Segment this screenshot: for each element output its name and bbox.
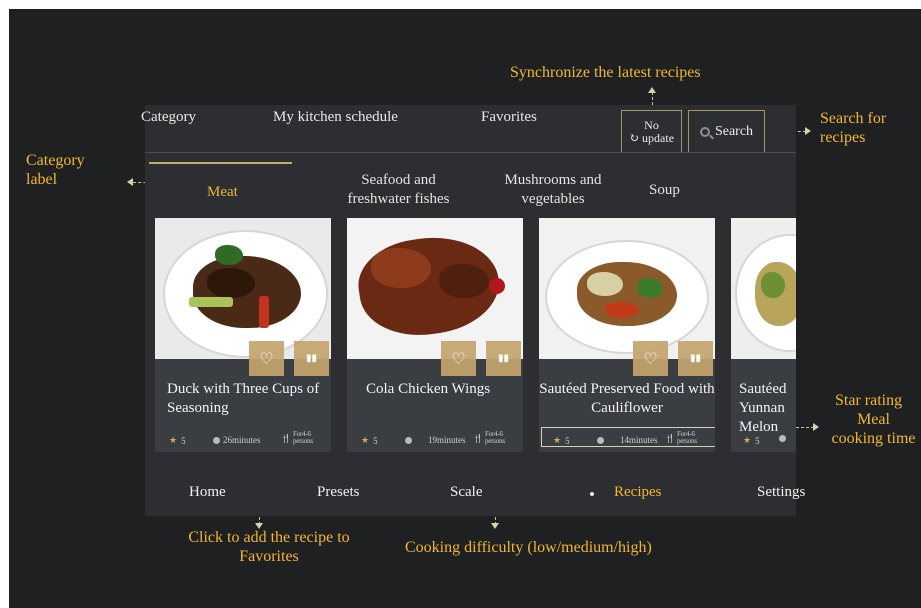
star-icon: ★ — [553, 435, 562, 445]
recipe-time: 26minutes — [213, 435, 261, 445]
bottom-navigation: Home Presets Scale Recipes Settings — [145, 452, 805, 516]
sync-line1: No — [644, 117, 659, 132]
sync-arrow — [648, 87, 656, 93]
recipe-card[interactable]: Sautéed Yunnan Melon ★ 5 — [731, 218, 796, 452]
sync-line2: update — [642, 130, 675, 145]
recipe-image — [155, 218, 331, 359]
recipe-persons: 🍴 For4-6 persons — [281, 430, 313, 445]
search-icon — [699, 126, 714, 139]
recipe-title: Sautéed Yunnan Melon — [739, 381, 787, 435]
category-seafood[interactable]: Seafood and freshwater fishes — [331, 171, 466, 209]
recipe-persons: 🍴 For4-6 persons — [665, 430, 697, 445]
star-icon: ★ — [361, 435, 370, 445]
category-meat[interactable]: Meat — [207, 183, 238, 202]
nav-presets[interactable]: Presets — [317, 484, 360, 501]
difficulty-indicator: ▮▮ — [294, 341, 329, 376]
active-nav-dot — [590, 492, 594, 496]
recipe-image — [731, 218, 796, 359]
star-icon: ★ — [743, 435, 752, 445]
search-label: Search — [714, 123, 754, 139]
recipe-rating: ★ 5 — [743, 435, 760, 446]
tab-my-kitchen-schedule[interactable]: My kitchen schedule — [273, 109, 398, 126]
recipe-image — [347, 218, 523, 359]
recipe-title: Cola Chicken Wings — [366, 381, 491, 397]
recipe-persons: 🍴 For4-6 persons — [473, 430, 505, 445]
nav-home[interactable]: Home — [189, 484, 226, 501]
nav-scale[interactable]: Scale — [450, 484, 482, 501]
category-selected-indicator — [149, 162, 292, 164]
sync-button[interactable]: No ↻ update — [621, 110, 682, 153]
recipes-screen: Category My kitchen schedule Favorites N… — [141, 105, 805, 516]
heart-icon: ♡ — [259, 350, 274, 368]
cutlery-icon: 🍴 — [665, 433, 675, 443]
favorite-button[interactable]: ♡ — [249, 341, 284, 376]
recipe-time — [779, 435, 789, 442]
nav-settings[interactable]: Settings — [757, 484, 805, 501]
difficulty-bars-icon: ▮▮ — [689, 353, 701, 364]
heart-icon: ♡ — [451, 350, 466, 368]
search-arrow — [805, 127, 811, 135]
category-arrow — [127, 178, 133, 186]
cutlery-icon: 🍴 — [473, 433, 483, 443]
difficulty-bars-icon: ▮▮ — [497, 353, 509, 364]
annotation-favorites: Click to add the recipe to Favorites — [188, 529, 350, 565]
tab-favorites[interactable]: Favorites — [481, 109, 537, 126]
cutlery-icon: 🍴 — [281, 433, 291, 443]
nav-recipes[interactable]: Recipes — [614, 484, 661, 501]
recipe-image — [539, 218, 715, 359]
recipe-time: 19minutes — [405, 435, 466, 445]
star-icon: ★ — [169, 435, 178, 445]
annotation-category-label: Category label — [26, 152, 85, 188]
difficulty-arrow — [491, 523, 499, 529]
recipe-time: 14minutes — [597, 435, 658, 445]
category-soup[interactable]: Soup — [649, 181, 680, 200]
favorite-button[interactable]: ♡ — [633, 341, 668, 376]
annotation-difficulty: Cooking difficulty (low/medium/high) — [405, 539, 652, 556]
search-button[interactable]: Search — [688, 110, 765, 153]
recipe-rating: ★ 5 — [169, 435, 186, 446]
clock-icon — [779, 435, 786, 442]
annotation-meal-time: Meal cooking time — [831, 411, 916, 447]
difficulty-indicator: ▮▮ — [678, 341, 713, 376]
heart-icon: ♡ — [643, 350, 658, 368]
tab-category[interactable]: Category — [141, 109, 196, 126]
tab-divider — [145, 152, 796, 153]
recipe-card[interactable]: ♡ ▮▮ Sautéed Preserved Food with Caulifl… — [539, 218, 715, 452]
rating-arrow — [813, 423, 819, 431]
clock-icon — [597, 436, 604, 444]
difficulty-indicator: ▮▮ — [486, 341, 521, 376]
refresh-icon: ↻ — [628, 130, 640, 145]
recipe-card[interactable]: ♡ ▮▮ Cola Chicken Wings ★ 5 19minutes 🍴 Fo… — [347, 218, 523, 452]
recipe-title: Sautéed Preserved Food with Cauliflower — [539, 381, 715, 416]
diagram-canvas: Synchronize the latest recipes Search fo… — [9, 9, 921, 608]
category-mushrooms[interactable]: Mushrooms and vegetables — [497, 171, 609, 209]
clock-icon — [405, 436, 412, 444]
clock-icon — [213, 436, 220, 444]
annotation-sync: Synchronize the latest recipes — [510, 64, 701, 81]
favorite-button[interactable]: ♡ — [441, 341, 476, 376]
recipe-rating: ★ 5 — [553, 435, 570, 446]
difficulty-bars-icon: ▮▮ — [305, 353, 317, 364]
recipe-title: Duck with Three Cups of Seasoning — [167, 381, 320, 416]
recipe-card[interactable]: ♡ ▮▮ Duck with Three Cups of Seasoning ★… — [155, 218, 331, 452]
recipe-rating: ★ 5 — [361, 435, 378, 446]
annotation-search: Search for recipes — [820, 110, 887, 146]
annotation-star-rating: Star rating — [835, 392, 903, 409]
